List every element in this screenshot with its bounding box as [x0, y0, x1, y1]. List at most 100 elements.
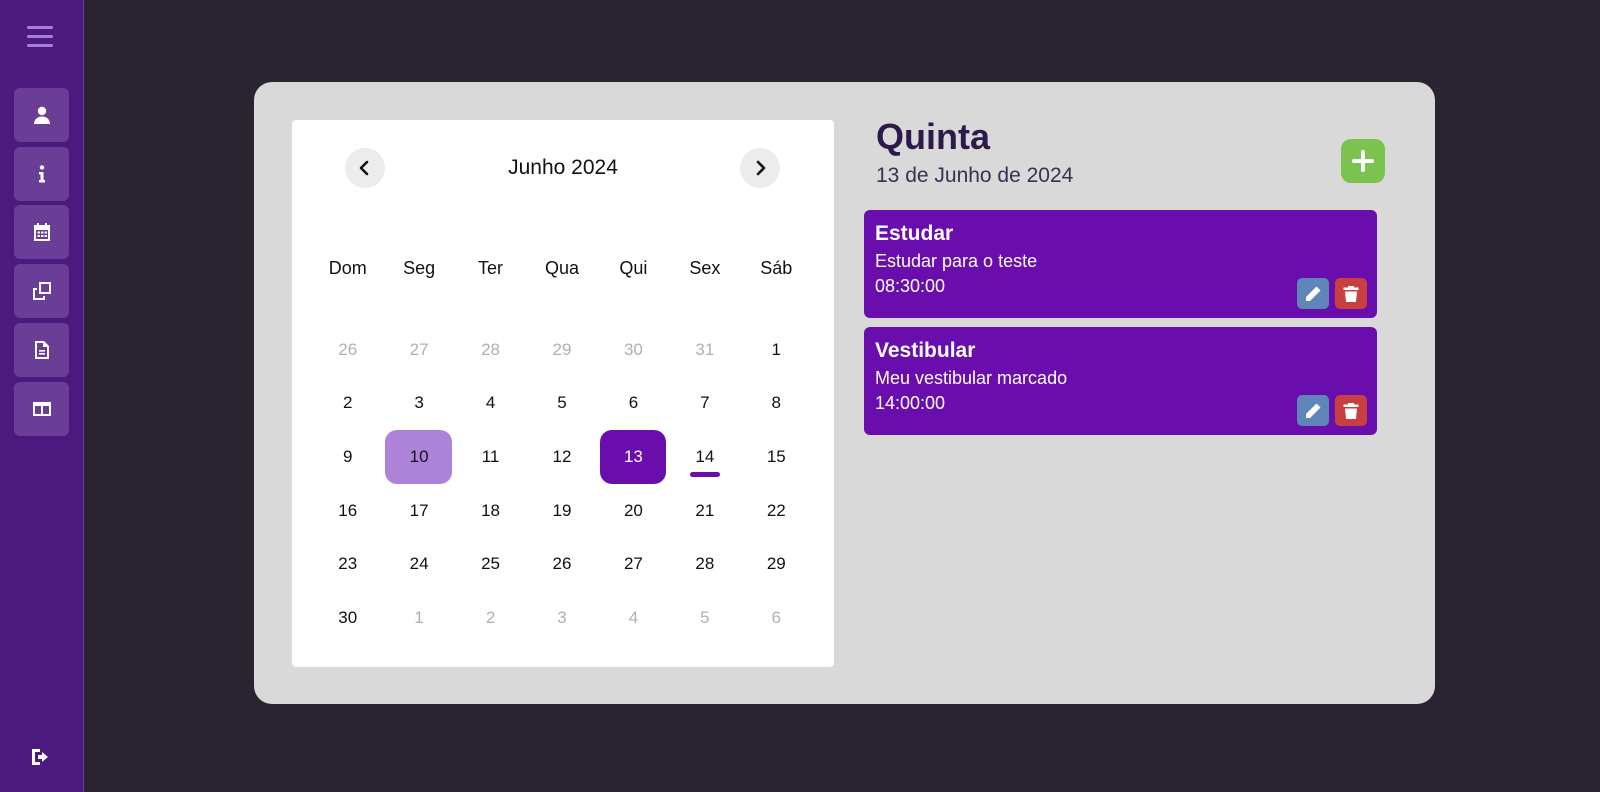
calendar-day[interactable]: 28	[669, 537, 740, 591]
delete-event-button[interactable]	[1335, 278, 1367, 309]
calendar-day-number: 21	[695, 500, 715, 520]
calendar-day[interactable]: 5	[526, 377, 597, 431]
calendar-day-number: 14	[695, 446, 715, 466]
main-panel: Junho 2024 Dom Seg Ter Qua Qui Sex Sáb 2…	[254, 82, 1435, 704]
calendar-day[interactable]: 24	[383, 537, 454, 591]
next-month-button[interactable]	[740, 148, 780, 188]
calendar-day[interactable]: 3	[383, 377, 454, 431]
calendar-day[interactable]: 27	[598, 537, 669, 591]
calendar-day[interactable]: 31	[669, 323, 740, 377]
calendar-day[interactable]: 30	[312, 591, 383, 645]
plus-icon	[1352, 150, 1374, 172]
calendar-day-number: 27	[623, 554, 643, 574]
sidebar-item-document[interactable]	[14, 323, 69, 377]
calendar-day[interactable]: 2	[455, 591, 526, 645]
event-description: Meu vestibular marcado	[875, 368, 1068, 388]
weekday-label: Seg	[403, 258, 436, 278]
calendar-day-number: 10	[409, 446, 429, 466]
info-icon	[38, 165, 45, 183]
weekday-header: Dom Seg Ter Qua Qui Sex Sáb	[312, 258, 812, 279]
add-event-button[interactable]	[1341, 139, 1385, 183]
calendar-day[interactable]: 22	[741, 484, 812, 538]
calendar-day[interactable]: 4	[455, 377, 526, 431]
calendar-day[interactable]: 8	[741, 377, 812, 431]
event-title: Estudar	[875, 222, 954, 245]
calendar-day[interactable]: 1	[741, 323, 812, 377]
sidebar	[0, 0, 84, 792]
calendar-day-number: 19	[552, 500, 572, 520]
calendar-day[interactable]: 21	[669, 484, 740, 538]
calendar-day-number: 9	[342, 446, 353, 466]
calendar-day-number: 6	[771, 607, 782, 627]
calendar-day-number: 15	[766, 446, 786, 466]
sidebar-item-info[interactable]	[14, 147, 69, 201]
calendar-day[interactable]: 16	[312, 484, 383, 538]
event-description: Estudar para o teste	[875, 251, 1038, 271]
calendar-day[interactable]: 27	[383, 323, 454, 377]
calendar-day[interactable]: 7	[669, 377, 740, 431]
edit-event-button[interactable]	[1297, 278, 1329, 309]
calendar-day-number: 3	[414, 393, 424, 413]
calendar-day[interactable]: 23	[312, 537, 383, 591]
calendar-day[interactable]: 12	[526, 430, 597, 484]
calendar: Junho 2024 Dom Seg Ter Qua Qui Sex Sáb 2…	[292, 120, 834, 667]
calendar-day-number: 20	[623, 500, 643, 520]
delete-event-button[interactable]	[1335, 395, 1367, 426]
calendar-day-number: 1	[771, 339, 782, 359]
calendar-day-number: 28	[481, 339, 501, 359]
calendar-days-grid: 26 27 28 29 30 31 1 2 3 4 5 6 7 8 9 10 11 12 13 14 15 16 17 18 1…	[312, 323, 812, 645]
copy-icon	[32, 282, 51, 300]
calendar-day-number: 5	[700, 607, 710, 627]
calendar-day-number: 2	[485, 607, 496, 627]
calendar-day[interactable]: 20	[598, 484, 669, 538]
calendar-day[interactable]: 30	[598, 323, 669, 377]
calendar-day[interactable]: 17	[383, 484, 454, 538]
calendar-day[interactable]: 26	[312, 323, 383, 377]
sidebar-item-columns[interactable]	[14, 382, 69, 436]
selected-weekday-title: Quinta	[876, 116, 990, 157]
calendar-day[interactable]: 18	[455, 484, 526, 538]
calendar-day[interactable]: 9	[312, 430, 383, 484]
calendar-day[interactable]: 28	[455, 323, 526, 377]
calendar-day[interactable]: 11	[455, 430, 526, 484]
calendar-day[interactable]: 13	[598, 430, 669, 484]
calendar-day[interactable]: 6	[741, 591, 812, 645]
logout-button[interactable]	[30, 746, 52, 768]
calendar-day[interactable]: 5	[669, 591, 740, 645]
weekday-label: Qui	[619, 258, 648, 278]
trash-icon	[1343, 285, 1359, 302]
calendar-day[interactable]: 3	[526, 591, 597, 645]
pencil-icon	[1306, 286, 1321, 301]
calendar-day-number: 16	[338, 500, 358, 520]
calendar-day[interactable]: 25	[455, 537, 526, 591]
calendar-day-number: 30	[338, 607, 358, 627]
calendar-day[interactable]: 1	[383, 591, 454, 645]
calendar-day[interactable]: 10	[383, 430, 454, 484]
weekday-label: Qua	[544, 258, 579, 278]
sidebar-item-profile[interactable]	[14, 88, 69, 142]
calendar-day[interactable]: 2	[312, 377, 383, 431]
calendar-day-number: 12	[552, 446, 572, 466]
sidebar-item-calendar[interactable]	[14, 205, 69, 259]
calendar-day[interactable]: 15	[741, 430, 812, 484]
calendar-day[interactable]: 4	[598, 591, 669, 645]
hamburger-icon[interactable]	[27, 26, 53, 50]
calendar-day[interactable]: 26	[526, 537, 597, 591]
edit-event-button[interactable]	[1297, 395, 1329, 426]
sidebar-item-copy[interactable]	[14, 264, 69, 318]
selected-date-subtitle: 13 de Junho de 2024	[876, 164, 1074, 187]
calendar-day[interactable]: 29	[526, 323, 597, 377]
event-time: 08:30:00	[875, 276, 946, 296]
calendar-day-number: 3	[557, 607, 567, 627]
calendar-day-number: 1	[414, 607, 424, 627]
calendar-day-number: 27	[409, 339, 429, 359]
calendar-day-number: 4	[485, 393, 496, 413]
document-icon	[34, 341, 49, 359]
event-title: Vestibular	[875, 339, 976, 362]
calendar-day[interactable]: 29	[741, 537, 812, 591]
calendar-day[interactable]: 6	[598, 377, 669, 431]
calendar-day[interactable]: 14	[669, 430, 740, 484]
calendar-day[interactable]: 19	[526, 484, 597, 538]
columns-icon	[32, 402, 51, 416]
pencil-icon	[1306, 403, 1321, 418]
